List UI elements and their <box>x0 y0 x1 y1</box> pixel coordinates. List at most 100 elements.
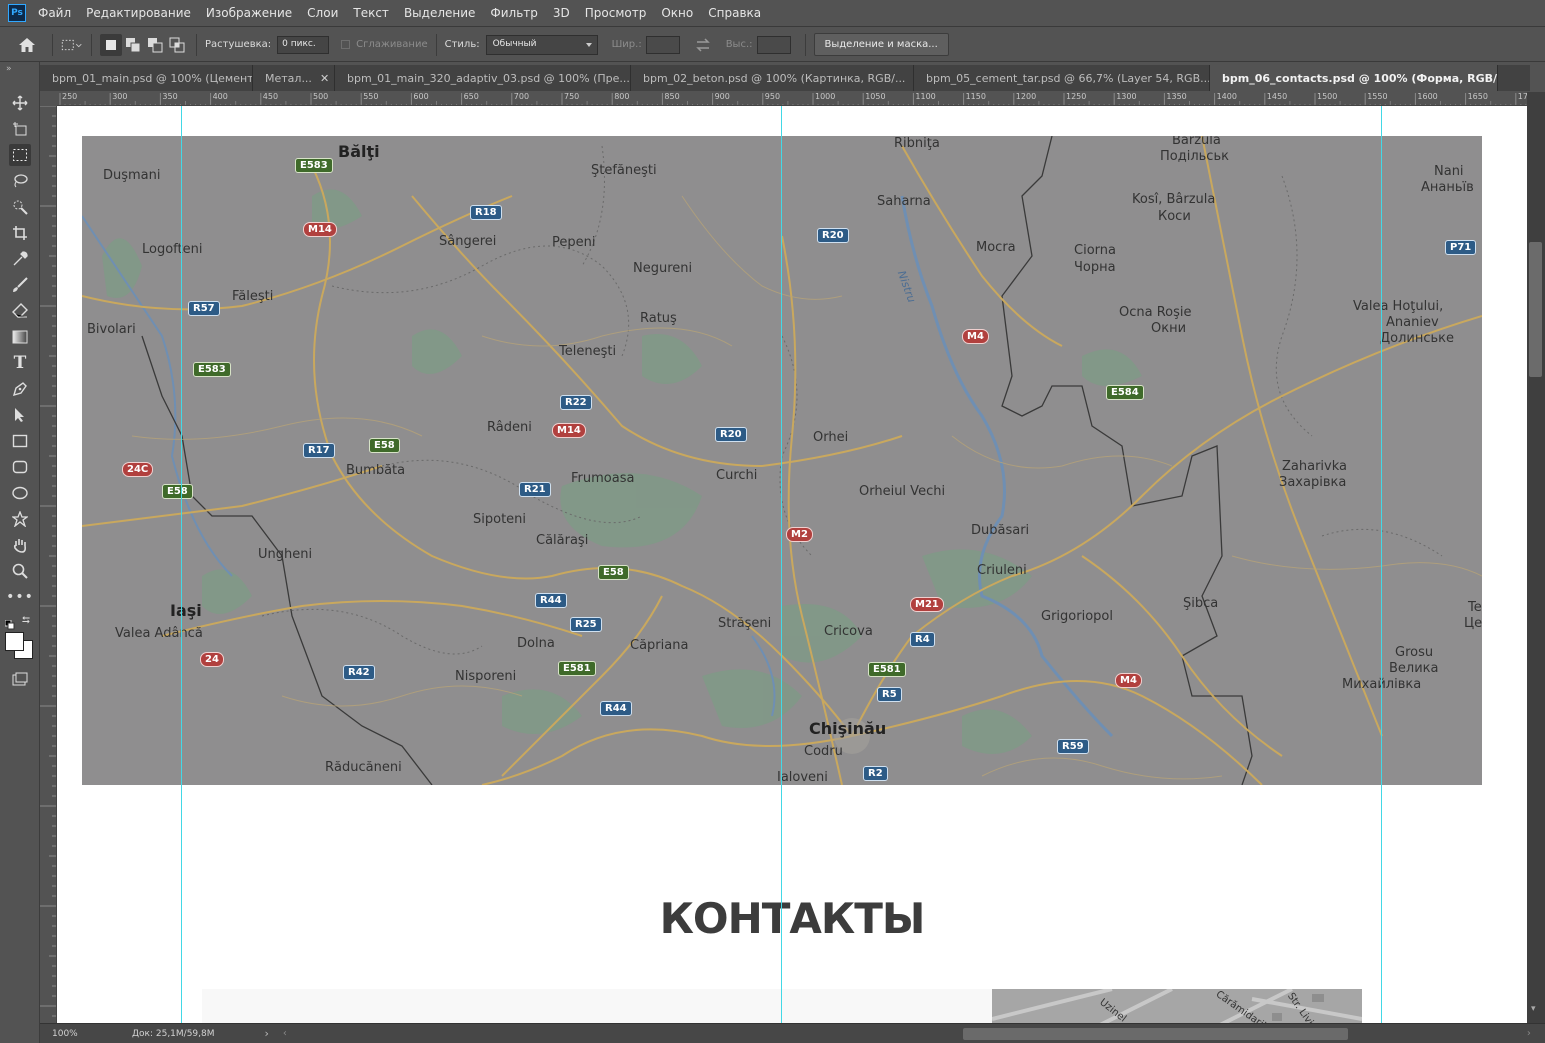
zoom-level[interactable]: 100% <box>52 1029 124 1039</box>
ruler-tick-label: 1050 <box>865 92 886 101</box>
map-town-label: Pepeni <box>552 235 596 250</box>
map-town-label: Făleşti <box>232 289 274 304</box>
road-badge: E58 <box>162 484 193 499</box>
map-town-label: Kosî, Bârzula <box>1132 192 1216 207</box>
vertical-ruler[interactable] <box>40 106 57 1023</box>
marquee-preset-icon[interactable] <box>61 34 83 56</box>
status-menu-chevron-icon[interactable]: › <box>265 1027 269 1040</box>
map-town-label: Sângerei <box>439 234 497 249</box>
tab-bpm-01-adaptiv[interactable]: bpm_01_main_320_adaptiv_03.psd @ 100% (П… <box>335 65 631 91</box>
menu-3d[interactable]: 3D <box>553 6 570 20</box>
quick-select-tool-icon[interactable] <box>9 196 31 218</box>
horizontal-ruler[interactable]: 250 300 350 400 450 500 550 600 650 700 750 800 850 9… <box>57 92 1527 106</box>
menu-filter[interactable]: Фильтр <box>490 6 537 20</box>
map-town-label: Ungheni <box>258 547 313 562</box>
ruler-tick-label: 800 <box>614 92 630 101</box>
ruler-tick-label: 400 <box>212 92 228 101</box>
scroll-right-icon[interactable]: › <box>1527 1028 1531 1039</box>
move-tool-icon[interactable] <box>9 92 31 114</box>
antialias-checkbox[interactable]: Сглаживание <box>341 39 428 50</box>
width-input[interactable] <box>645 35 680 54</box>
add-selection-icon[interactable] <box>122 34 144 56</box>
feather-input[interactable]: 0 пикс. <box>277 35 330 54</box>
swap-dimensions-icon[interactable] <box>692 34 714 56</box>
gradient-tool-icon[interactable] <box>9 326 31 348</box>
menu-type[interactable]: Текст <box>353 6 389 20</box>
custom-shape-tool-icon[interactable] <box>9 508 31 530</box>
type-tool-icon[interactable]: T <box>9 352 31 374</box>
menu-image[interactable]: Изображение <box>206 6 292 20</box>
ruler-tick-label: 500 <box>313 92 329 101</box>
road-badge: M21 <box>910 597 944 612</box>
scrollbar-thumb[interactable] <box>1529 242 1542 377</box>
document-canvas[interactable]: Bălţi Duşmani Ştefăneşti Ribniţa Bârzula… <box>57 106 1527 1023</box>
select-and-mask-button[interactable]: Выделение и маска... <box>813 33 949 56</box>
foreground-color-swatch[interactable] <box>5 632 24 651</box>
road-badge: R4 <box>910 632 935 647</box>
tab-bpm-01-main[interactable]: bpm_01_main.psd @ 100% (Цемент <box>40 65 253 91</box>
tab-bpm-02-beton[interactable]: bpm_02_beton.psd @ 100% (Картинка, RGB/.… <box>631 65 914 91</box>
crop-tool-icon[interactable] <box>9 222 31 244</box>
road-badge: R42 <box>343 665 375 680</box>
menu-file[interactable]: Файл <box>38 6 71 20</box>
style-select[interactable]: Обычный <box>485 34 598 55</box>
map-town-label: Cricova <box>824 624 873 639</box>
rounded-rect-tool-icon[interactable] <box>9 456 31 478</box>
ruler-corner <box>40 92 57 106</box>
more-tools-icon[interactable]: ••• <box>6 586 33 608</box>
toolbar: » T ••• ⮀ <box>0 62 40 1043</box>
ruler-tick-label: 1200 <box>1015 92 1037 101</box>
guide-line[interactable] <box>181 106 182 1023</box>
ruler-tick-label: 1250 <box>1066 92 1087 101</box>
map-town-label: Saharna <box>877 194 931 209</box>
menu-layers[interactable]: Слои <box>307 6 338 20</box>
collapse-panel-icon[interactable]: » <box>6 64 12 74</box>
zoom-tool-icon[interactable] <box>9 560 31 582</box>
close-icon[interactable]: ✕ <box>320 72 329 85</box>
menu-help[interactable]: Справка <box>708 6 761 20</box>
new-selection-icon[interactable] <box>100 33 122 56</box>
guide-line[interactable] <box>1381 106 1382 1023</box>
rectangle-tool-icon[interactable] <box>9 430 31 452</box>
map-town-label: Logofteni <box>142 242 203 257</box>
tab-bpm-05-cement[interactable]: bpm_05_cement_tar.psd @ 66,7% (Layer 54,… <box>914 65 1210 91</box>
eraser-tool-icon[interactable] <box>9 300 31 322</box>
map-town-label: Велика <box>1389 661 1439 676</box>
menu-edit[interactable]: Редактирование <box>86 6 191 20</box>
pen-tool-icon[interactable] <box>9 378 31 400</box>
hand-tool-icon[interactable] <box>9 534 31 556</box>
rect-marquee-tool-icon[interactable] <box>9 144 31 166</box>
map-town-label: Duşmani <box>103 168 161 183</box>
road-badge: R57 <box>188 301 220 316</box>
scroll-left-icon[interactable]: ‹ <box>283 1028 287 1039</box>
quick-mask-icon[interactable] <box>9 668 31 690</box>
eyedropper-tool-icon[interactable] <box>9 248 31 270</box>
subtract-selection-icon[interactable] <box>144 34 166 56</box>
photoshop-window: Ps Файл Редактирование Изображение Слои … <box>0 0 1545 1043</box>
swap-colors-icon[interactable]: ⮀ <box>22 615 30 626</box>
menu-select[interactable]: Выделение <box>404 6 475 20</box>
horizontal-scrollbar[interactable] <box>293 1025 1523 1043</box>
tab-bpm-06-contacts[interactable]: bpm_06_contacts.psd @ 100% (Форма, RGB/8… <box>1210 65 1498 91</box>
guide-line[interactable] <box>781 106 782 1023</box>
scroll-down-icon[interactable]: ▾ <box>1531 1004 1536 1014</box>
lasso-tool-icon[interactable] <box>9 170 31 192</box>
road-badge: P71 <box>1445 240 1477 255</box>
tab-metal[interactable]: Метал... ✕ <box>253 65 335 91</box>
home-icon[interactable] <box>16 34 38 56</box>
ellipse-tool-icon[interactable] <box>9 482 31 504</box>
menu-view[interactable]: Просмотр <box>585 6 647 20</box>
scrollbar-thumb[interactable] <box>962 1027 1348 1040</box>
map-town-label: Nani <box>1434 164 1464 179</box>
path-select-tool-icon[interactable] <box>9 404 31 426</box>
menu-window[interactable]: Окно <box>661 6 693 20</box>
brush-tool-icon[interactable] <box>9 274 31 296</box>
vertical-scrollbar[interactable]: ▾ <box>1527 92 1545 1023</box>
ruler-tick-label: 1650 <box>1467 92 1488 101</box>
artboard-tool-icon[interactable] <box>9 118 31 140</box>
feather-label: Растушевка: <box>205 39 272 50</box>
app-logo[interactable]: Ps <box>8 4 26 22</box>
map-town-label: Răducăneni <box>325 760 402 775</box>
intersect-selection-icon[interactable] <box>166 34 188 56</box>
height-input[interactable] <box>756 35 791 54</box>
